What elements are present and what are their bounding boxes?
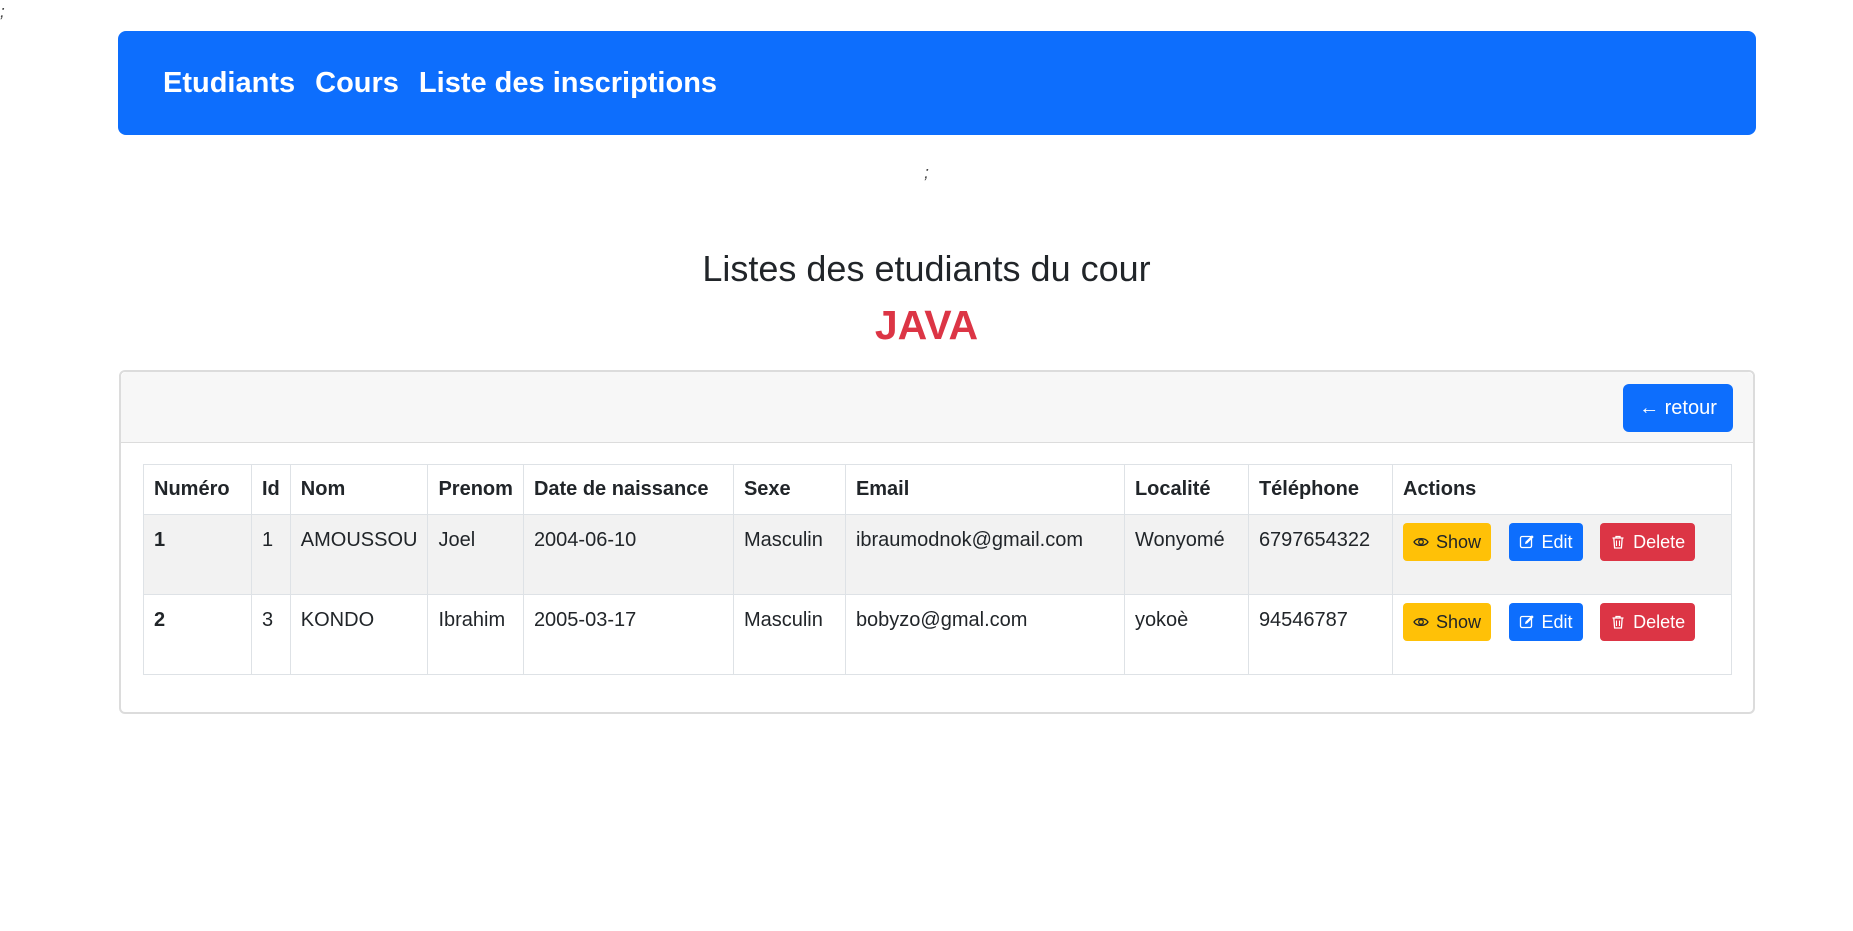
nav-link-cours[interactable]: Cours — [315, 67, 399, 100]
cell-email: ibraumodnok@gmail.com — [844, 514, 1125, 595]
col-header-id: Id — [251, 464, 291, 515]
nav-link-inscriptions[interactable]: Liste des inscriptions — [419, 67, 717, 100]
cell-sexe: Masculin — [732, 514, 846, 595]
cell-nom: KONDO — [289, 594, 429, 675]
show-button[interactable]: Show — [1402, 603, 1491, 641]
top-navbar: Etudiants Cours Liste des inscriptions — [118, 31, 1756, 135]
stray-semicolon-mid: ; — [924, 163, 929, 182]
trash-icon — [1612, 615, 1624, 629]
col-header-prenom: Prenom — [427, 464, 524, 515]
col-header-date: Date de naissance — [522, 464, 734, 515]
students-card: ← retour Numéro Id Nom Prenom Date de na… — [119, 370, 1755, 714]
delete-button-label: Delete — [1633, 611, 1686, 632]
col-header-localite: Localité — [1123, 464, 1249, 515]
cell-nom: AMOUSSOU — [289, 514, 429, 595]
cell-prenom: Joel — [427, 514, 524, 595]
eye-icon — [1413, 537, 1429, 547]
page-title: Listes des etudiants du cour — [702, 248, 1151, 289]
col-header-email: Email — [844, 464, 1125, 515]
delete-button[interactable]: Delete — [1600, 603, 1696, 641]
cell-numero: 1 — [143, 514, 252, 595]
col-header-numero: Numéro — [143, 464, 252, 515]
cell-id: 3 — [251, 594, 291, 675]
course-name: JAVA — [874, 302, 979, 348]
cell-numero: 2 — [143, 594, 252, 675]
show-button-label: Show — [1435, 531, 1481, 552]
delete-button[interactable]: Delete — [1600, 523, 1696, 561]
cell-localite: yokoè — [1123, 594, 1249, 675]
edit-button-label: Edit — [1541, 531, 1573, 552]
card-header: ← retour — [121, 372, 1753, 443]
col-header-telephone: Téléphone — [1247, 464, 1393, 515]
table-header-row: Numéro Id Nom Prenom Date de naissance S… — [143, 464, 1733, 515]
cell-sexe: Masculin — [732, 594, 846, 675]
col-header-nom: Nom — [289, 464, 429, 515]
stray-semicolon-top: ; — [0, 2, 5, 21]
cell-prenom: Ibrahim — [427, 594, 524, 675]
col-header-sexe: Sexe — [732, 464, 846, 515]
col-header-actions: Actions — [1391, 464, 1733, 515]
back-button[interactable]: ← retour — [1623, 384, 1733, 432]
students-table: Numéro Id Nom Prenom Date de naissance S… — [143, 464, 1733, 675]
cell-localite: Wonyomé — [1123, 514, 1249, 595]
cell-actions: Show Edit Delete — [1391, 514, 1733, 595]
show-button-label: Show — [1435, 611, 1481, 632]
cell-telephone: 94546787 — [1247, 594, 1393, 675]
edit-button-label: Edit — [1541, 611, 1573, 632]
trash-icon — [1612, 535, 1624, 549]
delete-button-label: Delete — [1633, 531, 1686, 552]
cell-date: 2005-03-17 — [522, 594, 734, 675]
cell-telephone: 6797654322 — [1247, 514, 1393, 595]
edit-button[interactable]: Edit — [1508, 523, 1583, 561]
table-row: 1 1 AMOUSSOU Joel 2004-06-10 Masculin ib… — [143, 514, 1733, 595]
eye-icon — [1413, 617, 1429, 627]
edit-icon — [1519, 535, 1534, 549]
edit-icon — [1519, 615, 1534, 629]
table-row: 2 3 KONDO Ibrahim 2005-03-17 Masculin bo… — [143, 594, 1733, 675]
cell-id: 1 — [251, 514, 291, 595]
cell-actions: Show Edit Delete — [1391, 594, 1733, 675]
show-button[interactable]: Show — [1402, 523, 1491, 561]
cell-date: 2004-06-10 — [522, 514, 734, 595]
nav-link-etudiants[interactable]: Etudiants — [163, 67, 295, 100]
edit-button[interactable]: Edit — [1508, 603, 1583, 641]
cell-email: bobyzo@gmal.com — [844, 594, 1125, 675]
